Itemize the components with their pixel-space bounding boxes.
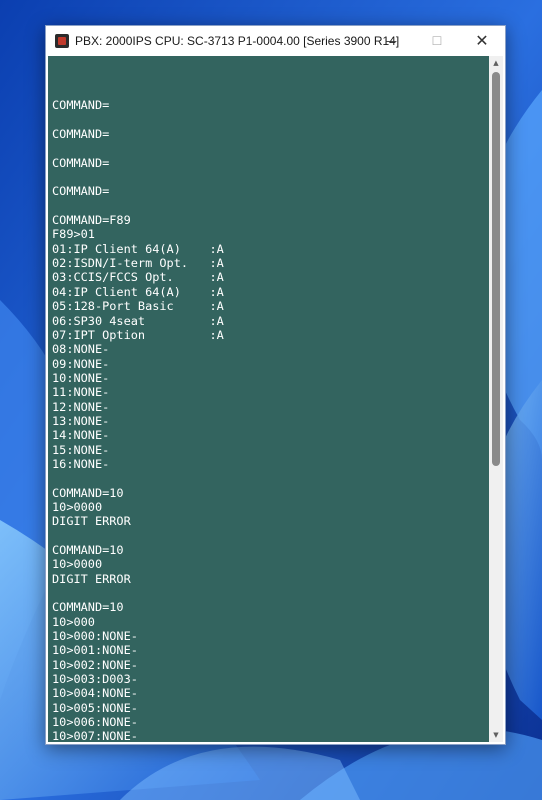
close-button[interactable]: ✕ xyxy=(459,26,505,55)
terminal-line: 10>000 xyxy=(52,614,95,629)
scroll-up-arrow-icon[interactable]: ▲ xyxy=(489,56,503,70)
terminal-line: 06:SP30 4seat :A xyxy=(52,313,224,328)
terminal-line: DIGIT ERROR xyxy=(52,514,131,529)
terminal-line: COMMAND= xyxy=(52,184,110,199)
terminal-line: 10:NONE- xyxy=(52,370,110,385)
terminal-line: 01:IP Client 64(A) :A xyxy=(52,241,224,256)
terminal-line: F89>01 xyxy=(52,227,95,242)
terminal-line: COMMAND= xyxy=(52,98,110,113)
pbx-terminal-window: PBX: 2000IPS CPU: SC-3713 P1-0004.00 [Se… xyxy=(45,25,506,745)
terminal-output-area[interactable]: COMMAND= COMMAND= COMMAND= COMMAND= COMM… xyxy=(48,56,489,742)
scroll-down-arrow-icon[interactable]: ▼ xyxy=(489,728,503,742)
terminal-line: 09:NONE- xyxy=(52,356,110,371)
terminal-line: 11:NONE- xyxy=(52,385,110,400)
window-title: PBX: 2000IPS CPU: SC-3713 P1-0004.00 [Se… xyxy=(75,33,400,48)
terminal-line: 03:CCIS/FCCS Opt. :A xyxy=(52,270,224,285)
title-bar[interactable]: PBX: 2000IPS CPU: SC-3713 P1-0004.00 [Se… xyxy=(46,26,505,55)
terminal-line: 10>005:NONE- xyxy=(52,700,138,715)
scroll-thumb[interactable] xyxy=(492,72,500,466)
terminal-line: DIGIT ERROR xyxy=(52,571,131,586)
minimize-button[interactable]: — xyxy=(368,26,414,55)
terminal-line: 10>002:NONE- xyxy=(52,657,138,672)
terminal-line: COMMAND=10 xyxy=(52,485,124,500)
terminal-line: 10>0000 xyxy=(52,499,103,514)
terminal-line: COMMAND= xyxy=(52,127,110,142)
terminal-line: 10>004:NONE- xyxy=(52,686,138,701)
terminal-line: COMMAND=F89 xyxy=(52,213,131,228)
terminal-line: 10>000:NONE- xyxy=(52,629,138,644)
terminal-line: 07:IPT Option :A xyxy=(52,327,224,342)
terminal-line: 04:IP Client 64(A) :A xyxy=(52,284,224,299)
terminal-line: 13:NONE- xyxy=(52,413,110,428)
terminal-line: 10>007:NONE- xyxy=(52,729,138,742)
terminal-line: 10>001:NONE- xyxy=(52,643,138,658)
terminal-line: 12:NONE- xyxy=(52,399,110,414)
terminal-line: COMMAND=10 xyxy=(52,543,124,557)
terminal-line: 10>003:D003- xyxy=(52,672,138,687)
terminal-line: 14:NONE- xyxy=(52,428,110,443)
vertical-scrollbar[interactable]: ▲ ▼ xyxy=(489,56,503,742)
terminal-line: COMMAND=10 xyxy=(52,600,124,615)
terminal-line: 05:128-Port Basic :A xyxy=(52,299,224,314)
terminal-line: 08:NONE- xyxy=(52,342,110,357)
terminal-line: 10>006:NONE- xyxy=(52,715,138,730)
terminal-line: 10>0000 xyxy=(52,557,103,572)
terminal-text: COMMAND= COMMAND= COMMAND= COMMAND= COMM… xyxy=(48,56,489,742)
app-icon[interactable] xyxy=(55,33,69,48)
terminal-line: 15:NONE- xyxy=(52,442,110,457)
terminal-line: 16:NONE- xyxy=(52,456,110,471)
terminal-line: COMMAND= xyxy=(52,155,110,170)
maximize-button[interactable]: ☐ xyxy=(414,26,460,55)
terminal-line: 02:ISDN/I-term Opt. :A xyxy=(52,256,224,271)
